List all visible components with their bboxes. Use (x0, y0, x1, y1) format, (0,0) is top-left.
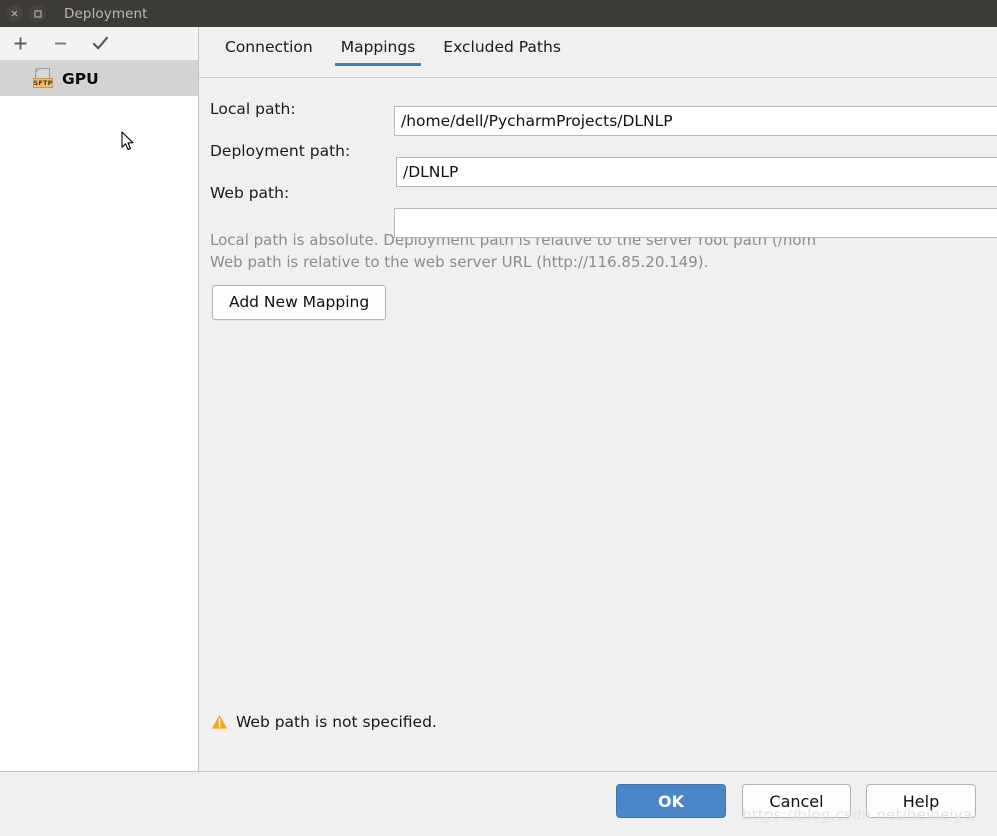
web-path-label: Web path: (210, 183, 290, 202)
deployment-dialog: Deployment SFTP GPU Connection Mappings … (0, 0, 997, 836)
tab-underline (219, 63, 319, 66)
web-path-input[interactable] (394, 208, 997, 238)
ok-button[interactable]: OK (616, 784, 726, 818)
tab-excluded-paths[interactable]: Excluded Paths (429, 35, 575, 66)
sftp-icon: SFTP (33, 68, 53, 89)
watermark-text: https://blog.csdn.net/heiheiya (742, 806, 973, 824)
tab-underline-active (334, 63, 422, 66)
window-title: Deployment (64, 5, 148, 22)
deployment-path-label: Deployment path: (210, 141, 351, 160)
check-icon[interactable] (88, 32, 112, 56)
warning-triangle-icon (211, 715, 228, 729)
tab-underline (437, 63, 567, 66)
tab-mappings-label: Mappings (340, 38, 416, 56)
tab-connection[interactable]: Connection (211, 35, 327, 66)
sidebar-item-label: GPU (62, 69, 99, 88)
minus-icon[interactable] (48, 32, 72, 56)
add-new-mapping-button[interactable]: Add New Mapping (212, 285, 387, 320)
sidebar-item-gpu[interactable]: SFTP GPU (0, 61, 198, 96)
maximize-icon[interactable] (29, 5, 46, 22)
mapping-form: Local path: Deployment path: Web path: /… (199, 92, 997, 320)
add-mapping-row: Add New Mapping (199, 285, 997, 320)
sftp-icon-badge: SFTP (33, 78, 53, 88)
tab-connection-label: Connection (225, 38, 313, 56)
tab-bar: Connection Mappings Excluded Paths (199, 27, 997, 78)
mappings-panel: Connection Mappings Excluded Paths Local… (199, 27, 997, 771)
local-path-input[interactable]: /home/dell/PycharmProjects/DLNLP (394, 106, 997, 136)
local-path-label: Local path: (210, 99, 296, 118)
tab-mappings[interactable]: Mappings (327, 35, 430, 66)
warning-message: Web path is not specified. (236, 713, 437, 731)
sidebar-toolbar (0, 27, 198, 61)
deployment-path-input[interactable]: /DLNLP (396, 157, 997, 187)
server-list: SFTP GPU (0, 61, 198, 96)
server-list-sidebar: SFTP GPU (0, 27, 199, 771)
status-warning: Web path is not specified. (211, 713, 437, 731)
tab-excluded-paths-label: Excluded Paths (443, 38, 561, 56)
title-bar: Deployment (0, 0, 997, 27)
plus-icon[interactable] (8, 32, 32, 56)
close-icon[interactable] (6, 5, 23, 22)
path-description-line-2: Web path is relative to the web server U… (210, 253, 709, 271)
